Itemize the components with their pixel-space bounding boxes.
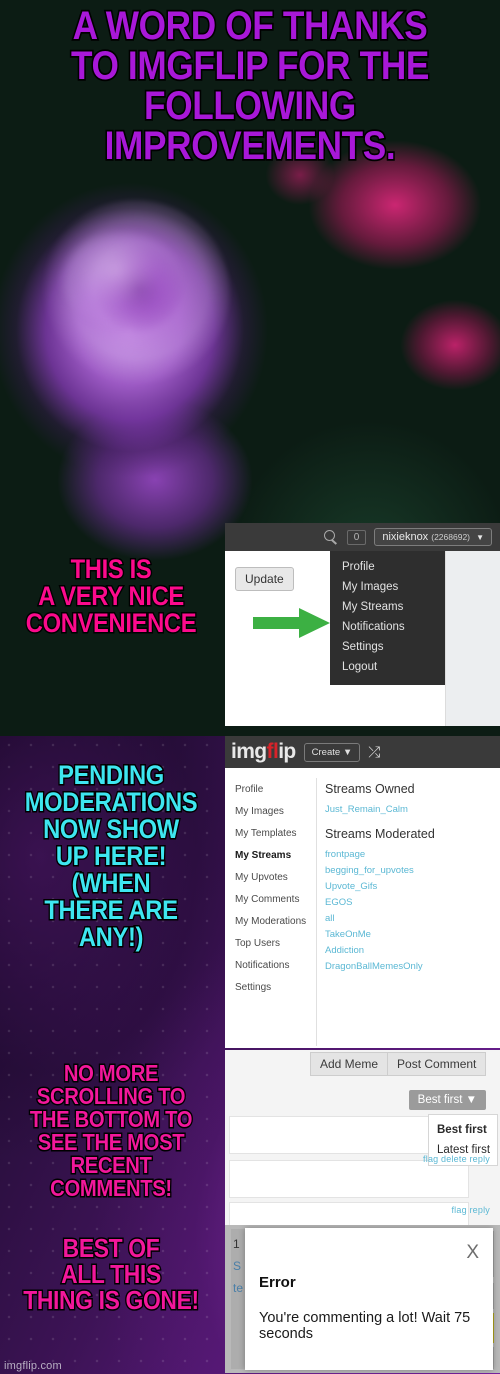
imgflip-navbar: imgflip Create ▼ ⤮ bbox=[225, 736, 500, 768]
imgflip-watermark: imgflip.com bbox=[4, 1360, 62, 1372]
streams-moderated-heading: Streams Moderated bbox=[325, 827, 435, 841]
caption-no-more-scrolling: NO MORE SCROLLING TO THE BOTTOM TO SEE T… bbox=[29, 1060, 194, 1201]
logo-ip: ip bbox=[278, 740, 296, 763]
stream-link-upvote-gifs[interactable]: Upvote_Gifs bbox=[325, 878, 500, 894]
comment-row bbox=[229, 1202, 469, 1225]
sidebar-item-profile[interactable]: Profile bbox=[225, 778, 316, 800]
caption-pending-moderations: PENDING MODERATIONS NOW SHOW UP HERE! (W… bbox=[23, 760, 199, 952]
panel2-body: Profile My Images My Templates My Stream… bbox=[225, 768, 500, 1048]
error-dialog-title: Error bbox=[259, 1274, 296, 1291]
search-icon[interactable] bbox=[323, 529, 339, 545]
account-menu-button[interactable]: nixieknox (2268692) ▼ bbox=[374, 528, 492, 546]
comment-actions[interactable]: flag reply bbox=[451, 1205, 490, 1215]
ghost-text-1: 1 bbox=[233, 1237, 240, 1251]
shuffle-icon[interactable]: ⤮ bbox=[368, 744, 380, 761]
sort-option-best-first[interactable]: Best first bbox=[429, 1120, 497, 1140]
imgflip-topbar: 0 nixieknox (2268692) ▼ bbox=[225, 523, 500, 551]
sidebar-item-settings[interactable]: Settings bbox=[225, 976, 316, 998]
imgflip-logo[interactable]: imgflip bbox=[231, 740, 296, 764]
account-username: nixieknox bbox=[382, 531, 429, 543]
chevron-down-icon: ▼ bbox=[465, 1094, 477, 1106]
stream-link-owned[interactable]: Just_Remain_Calm bbox=[325, 801, 500, 817]
screenshot-comment-sort: Add Meme Post Comment Best first ▼ Best … bbox=[225, 1050, 500, 1225]
menu-item-my-images[interactable]: My Images bbox=[330, 577, 445, 597]
menu-item-my-streams[interactable]: My Streams bbox=[330, 597, 445, 617]
sort-dropdown-label: Best first bbox=[417, 1094, 463, 1106]
create-label: Create bbox=[311, 746, 341, 758]
error-dialog: X Error You're commenting a lot! Wait 75… bbox=[245, 1228, 493, 1370]
stream-link-frontpage[interactable]: frontpage bbox=[325, 846, 500, 862]
stream-link-egos[interactable]: EGOS bbox=[325, 894, 500, 910]
sidebar-item-my-comments[interactable]: My Comments bbox=[225, 888, 316, 910]
panel1-body: Update Profile My Images My Streams Noti… bbox=[225, 551, 500, 726]
logo-fl: fl bbox=[266, 740, 279, 763]
stream-link-begging-for-upvotes[interactable]: begging_for_upvotes bbox=[325, 862, 500, 878]
panel1-sidebar-placeholder bbox=[445, 551, 500, 726]
sort-dropdown-button[interactable]: Best first ▼ bbox=[408, 1090, 486, 1110]
comment-actions[interactable]: flag delete reply bbox=[423, 1154, 490, 1164]
chevron-down-icon: ▼ bbox=[342, 746, 353, 758]
account-user-id: (2268692) bbox=[431, 532, 471, 542]
comment-tabs: Add Meme Post Comment bbox=[310, 1052, 487, 1076]
sidebar-item-top-users[interactable]: Top Users bbox=[225, 932, 316, 954]
stream-link-all[interactable]: all bbox=[325, 910, 500, 926]
meme-image: A WORD OF THANKS TO IMGFLIP FOR THE FOLL… bbox=[0, 0, 500, 1374]
caption-very-nice-convenience: THIS IS A VERY NICE CONVENIENCE bbox=[24, 554, 197, 638]
sidebar-item-my-templates[interactable]: My Templates bbox=[225, 822, 316, 844]
caption-best-of-all: BEST OF ALL THIS THING IS GONE! bbox=[22, 1233, 201, 1315]
create-button[interactable]: Create ▼ bbox=[303, 742, 361, 762]
rose-highlight bbox=[62, 232, 182, 327]
close-icon[interactable]: X bbox=[466, 1242, 479, 1264]
update-button[interactable]: Update bbox=[235, 567, 294, 591]
account-sidebar: Profile My Images My Templates My Stream… bbox=[225, 778, 317, 1046]
green-arrow-annotation bbox=[253, 608, 330, 638]
screenshot-my-streams-page: imgflip Create ▼ ⤮ Profile My Images My … bbox=[225, 736, 500, 1048]
ghost-text-2: S bbox=[233, 1259, 242, 1273]
menu-item-settings[interactable]: Settings bbox=[330, 637, 445, 657]
streams-owned-heading: Streams Owned bbox=[325, 782, 415, 796]
screenshot-error-dialog: 1 S te X Error You're commenting a lot! … bbox=[225, 1225, 500, 1373]
error-dialog-message: You're commenting a lot! Wait 75 seconds bbox=[259, 1310, 471, 1342]
sidebar-item-my-streams[interactable]: My Streams bbox=[225, 844, 316, 866]
account-dropdown-menu[interactable]: Profile My Images My Streams Notificatio… bbox=[330, 551, 445, 685]
caption-top: A WORD OF THANKS TO IMGFLIP FOR THE FOLL… bbox=[69, 4, 430, 168]
sidebar-item-my-images[interactable]: My Images bbox=[225, 800, 316, 822]
tab-post-comment[interactable]: Post Comment bbox=[388, 1052, 487, 1076]
stream-link-addiction[interactable]: Addiction bbox=[325, 942, 500, 958]
sidebar-item-my-upvotes[interactable]: My Upvotes bbox=[225, 866, 316, 888]
ghost-text-3: te bbox=[233, 1281, 244, 1295]
menu-item-logout[interactable]: Logout bbox=[330, 657, 445, 677]
notification-count-badge[interactable]: 0 bbox=[346, 529, 367, 545]
screenshot-account-menu: 0 nixieknox (2268692) ▼ Update Profile M… bbox=[225, 523, 500, 726]
tab-add-meme[interactable]: Add Meme bbox=[310, 1052, 389, 1076]
logo-img: img bbox=[231, 740, 267, 763]
sidebar-item-notifications[interactable]: Notifications bbox=[225, 954, 316, 976]
menu-item-notifications[interactable]: Notifications bbox=[330, 617, 445, 637]
streams-content: Streams Owned Just_Remain_Calm Streams M… bbox=[325, 780, 500, 974]
menu-item-profile[interactable]: Profile bbox=[330, 557, 445, 577]
sidebar-item-my-moderations[interactable]: My Moderations bbox=[225, 910, 316, 932]
chevron-down-icon: ▼ bbox=[476, 533, 484, 542]
stream-link-takeonme[interactable]: TakeOnMe bbox=[325, 926, 500, 942]
stream-link-dragonballmemesonly[interactable]: DragonBallMemesOnly bbox=[325, 958, 500, 974]
